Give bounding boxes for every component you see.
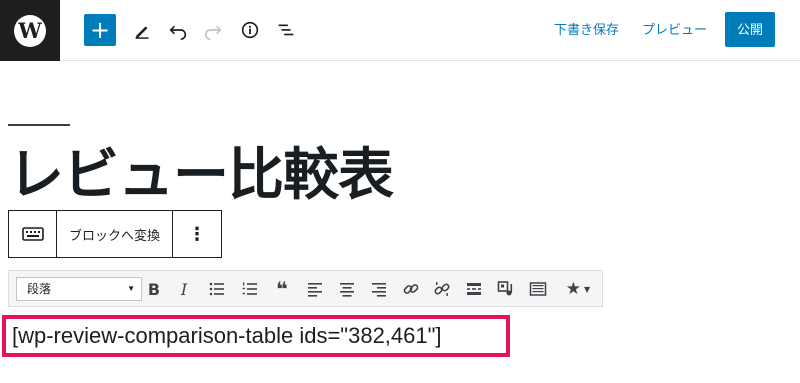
format-select-value: 段落 xyxy=(27,282,52,296)
wordpress-logo-icon: W xyxy=(14,14,46,47)
more-options-button[interactable]: ⋮ xyxy=(173,211,221,257)
align-center-button[interactable] xyxy=(335,277,359,301)
preview-button[interactable]: プレビュー xyxy=(642,20,707,40)
bullet-list-icon xyxy=(209,282,224,296)
media-icon xyxy=(497,281,513,296)
wordpress-logo[interactable]: W xyxy=(0,0,60,61)
edit-mode-button[interactable] xyxy=(126,14,158,46)
link-icon xyxy=(403,284,419,294)
post-title[interactable]: レビュー比較表 xyxy=(8,137,394,215)
bold-icon: B xyxy=(147,279,161,299)
more-tag-icon xyxy=(467,283,481,295)
align-center-icon xyxy=(340,283,354,297)
save-draft-button[interactable]: 下書き保存 xyxy=(554,20,619,40)
bold-button[interactable]: B xyxy=(142,277,166,301)
title-divider xyxy=(8,124,70,126)
classic-block-button[interactable] xyxy=(9,211,57,257)
italic-icon: I xyxy=(180,279,188,299)
undo-icon xyxy=(169,25,187,40)
shortcode-text[interactable]: [wp-review-comparison-table ids="382,461… xyxy=(12,323,442,349)
toolbar-toggle-icon xyxy=(529,282,547,296)
numbered-list-icon xyxy=(242,282,257,295)
remove-link-button[interactable] xyxy=(430,277,454,301)
format-select[interactable]: 段落 ▼ xyxy=(16,277,142,301)
redo-button[interactable] xyxy=(197,14,229,46)
dropdown-caret-icon: ▼ xyxy=(127,284,135,293)
keyboard-icon xyxy=(21,227,44,241)
block-navigation-button[interactable] xyxy=(270,14,302,46)
more-tools-button[interactable]: ★ ▼ xyxy=(558,277,598,301)
info-button[interactable] xyxy=(234,14,266,46)
insert-link-button[interactable] xyxy=(399,277,423,301)
add-block-button[interactable]: + xyxy=(84,14,116,46)
list-view-icon xyxy=(278,24,294,36)
publish-button[interactable]: 公開 xyxy=(725,12,775,47)
toolbar-toggle-button[interactable] xyxy=(526,277,550,301)
add-media-button[interactable] xyxy=(494,277,518,301)
info-icon xyxy=(241,21,259,39)
unlink-icon xyxy=(434,282,450,296)
align-left-icon xyxy=(308,283,322,297)
undo-button[interactable] xyxy=(162,14,194,46)
blockquote-icon: ❝ xyxy=(276,277,288,301)
star-icon: ★ xyxy=(565,279,582,299)
editor-header: W + 下書き保存 プレビュー 公開 xyxy=(0,0,800,61)
align-right-button[interactable] xyxy=(367,277,391,301)
align-right-icon xyxy=(372,283,386,297)
convert-to-blocks-button[interactable]: ブロックへ変換 xyxy=(57,211,173,257)
shortcode-highlight: [wp-review-comparison-table ids="382,461… xyxy=(2,315,510,357)
insert-more-tag-button[interactable] xyxy=(462,277,486,301)
block-toolbar: ブロックへ変換 ⋮ xyxy=(8,210,222,258)
blockquote-button[interactable]: ❝ xyxy=(270,277,294,301)
chevron-down-icon: ▼ xyxy=(584,284,591,294)
pencil-icon xyxy=(135,26,149,39)
classic-editor-toolbar: 段落 ▼ B I ❝ ★ ▼ xyxy=(8,270,603,307)
numbered-list-button[interactable] xyxy=(238,277,262,301)
align-left-button[interactable] xyxy=(303,277,327,301)
plus-icon: + xyxy=(89,16,111,44)
bullet-list-button[interactable] xyxy=(205,277,229,301)
redo-icon xyxy=(204,25,222,40)
italic-button[interactable]: I xyxy=(172,277,196,301)
